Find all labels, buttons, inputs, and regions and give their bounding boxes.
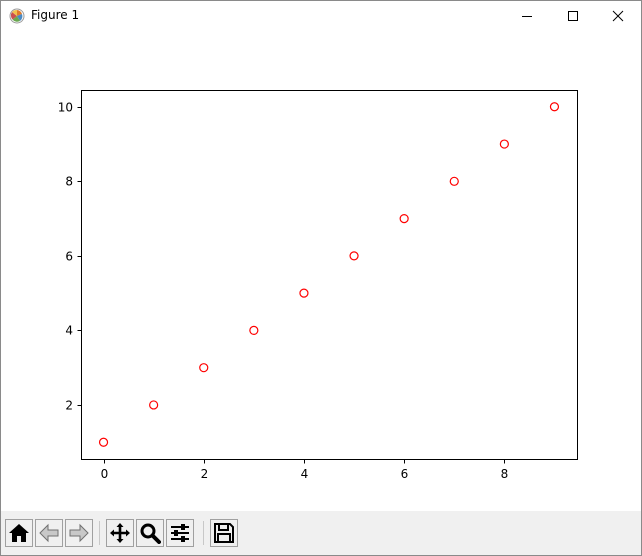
pan-button[interactable]	[106, 519, 134, 547]
home-button[interactable]	[5, 519, 33, 547]
toolbar-separator	[203, 521, 204, 545]
maximize-icon	[568, 11, 578, 21]
navigation-toolbar	[1, 511, 641, 555]
figure-canvas[interactable]: 0 2 4 6 8 2 4 6 8 10	[1, 31, 641, 511]
matplotlib-icon	[9, 8, 25, 24]
figure-window: Figure 1 0 2 4 6 8 2 4 6 8 10	[0, 0, 642, 556]
x-tick-label: 2	[201, 467, 209, 481]
arrow-left-icon	[39, 523, 59, 543]
save-button[interactable]	[210, 519, 238, 547]
configure-subplots-button[interactable]	[166, 519, 194, 547]
window-title: Figure 1	[31, 8, 80, 22]
magnifier-icon	[140, 523, 161, 544]
maximize-button[interactable]	[550, 1, 596, 31]
forward-button[interactable]	[65, 519, 93, 547]
move-icon	[110, 523, 130, 543]
close-icon	[612, 10, 624, 22]
zoom-button[interactable]	[136, 519, 164, 547]
y-tick-label: 8	[65, 175, 73, 189]
minimize-icon	[522, 16, 532, 17]
x-tick-label: 4	[301, 467, 309, 481]
back-button[interactable]	[35, 519, 63, 547]
title-bar[interactable]: Figure 1	[1, 1, 641, 31]
close-button[interactable]	[595, 1, 641, 31]
y-tick-label: 2	[65, 399, 73, 413]
home-icon	[9, 524, 29, 542]
sliders-icon	[171, 524, 189, 542]
x-tick-label: 0	[101, 467, 109, 481]
floppy-disk-icon	[214, 523, 234, 543]
y-tick-label: 4	[65, 324, 73, 338]
x-tick-label: 6	[401, 467, 409, 481]
y-tick-label: 6	[65, 250, 73, 264]
toolbar-separator	[99, 521, 100, 545]
x-tick-label: 8	[501, 467, 509, 481]
minimize-button[interactable]	[504, 1, 550, 31]
scatter-plot[interactable]: 0 2 4 6 8 2 4 6 8 10	[1, 31, 641, 511]
y-tick-label: 10	[58, 101, 73, 115]
axes-frame	[81, 90, 578, 460]
arrow-right-icon	[69, 523, 89, 543]
